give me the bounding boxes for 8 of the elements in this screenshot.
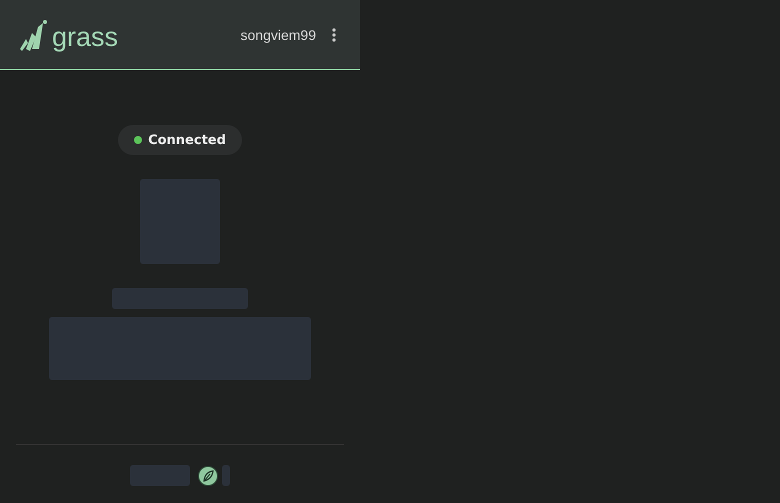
logo-icon [18, 18, 48, 50]
skeleton-placeholder [130, 465, 190, 486]
leaf-icon [198, 466, 218, 486]
username: songviem99 [240, 26, 316, 42]
skeleton-placeholder [222, 465, 230, 486]
logo-text: grass [52, 22, 118, 50]
more-icon [332, 28, 336, 42]
status-label: Connected [148, 132, 226, 148]
